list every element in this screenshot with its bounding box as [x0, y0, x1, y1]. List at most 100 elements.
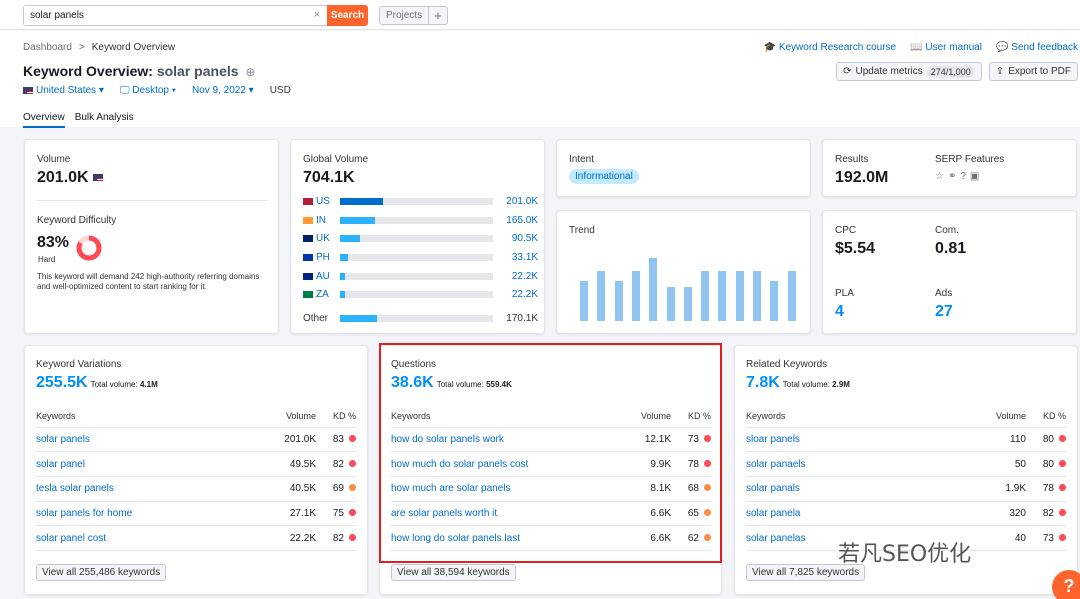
breadcrumb-dashboard[interactable]: Dashboard	[23, 42, 72, 53]
volume-share-bar	[340, 315, 493, 322]
variations-count[interactable]: 255.5K	[36, 374, 88, 391]
keyword-link[interactable]: sloar panels	[746, 427, 966, 453]
country-code-label: ZA	[316, 289, 329, 300]
column-keywords[interactable]: Keywords	[36, 405, 256, 428]
trend-bar	[787, 270, 796, 321]
global-volume-row: Other 170.1K	[303, 312, 538, 325]
kd-level: Hard	[38, 255, 56, 264]
variations-view-all-button[interactable]: View all 255,486 keywords	[36, 564, 167, 581]
keyword-link[interactable]: solar panels for home	[36, 501, 256, 527]
keyword-link[interactable]: solar panel	[36, 451, 256, 477]
keyword-link[interactable]: tesla solar panels	[36, 476, 256, 502]
ads-value[interactable]: 27	[935, 303, 953, 321]
filters-bar: United States ▾ 🖵 Desktop ▾ Nov 9, 2022 …	[23, 85, 291, 96]
image-icon: ▣	[969, 171, 984, 182]
export-pdf-button[interactable]: ⇪ Export to PDF	[988, 62, 1078, 81]
keyword-link[interactable]: solar panaels	[746, 451, 966, 477]
keyword-link[interactable]: how long do solar panels last	[391, 525, 611, 551]
country-code[interactable]: US	[303, 196, 333, 207]
column-kd[interactable]: KD %	[316, 405, 356, 428]
country-volume[interactable]: 33.1K	[493, 252, 538, 263]
questions-view-all-button[interactable]: View all 38,594 keywords	[391, 564, 516, 581]
keyword-link[interactable]: solar panel cost	[36, 525, 256, 551]
refresh-icon: ⟳	[843, 66, 852, 77]
kd-dot-icon	[1059, 434, 1066, 442]
help-button[interactable]: ?	[1052, 570, 1080, 599]
keyword-link[interactable]: solar panels	[36, 427, 256, 453]
trend-bar	[631, 270, 640, 321]
feedback-link[interactable]: 💬 Send feedback	[996, 42, 1078, 53]
column-volume[interactable]: Volume	[611, 405, 671, 428]
add-to-list-icon[interactable]: ⊕	[245, 65, 255, 79]
volume-card: Volume 201.0K Keyword Difficulty 83% Har…	[24, 139, 279, 334]
tab-overview[interactable]: Overview	[23, 112, 65, 128]
link-icon: ⚭	[947, 171, 961, 182]
manual-link[interactable]: 📖 User manual	[910, 42, 982, 53]
column-volume[interactable]: Volume	[256, 405, 316, 428]
star-icon: ☆	[935, 171, 948, 182]
keyword-link[interactable]: solar panals	[746, 476, 966, 502]
desktop-icon: 🖵	[119, 85, 130, 96]
keyword-link[interactable]: how do solar panels work	[391, 427, 611, 453]
kd-dot-icon	[1059, 484, 1066, 492]
breadcrumb-current: Keyword Overview	[91, 42, 176, 53]
keyword-volume: 40.5K	[256, 476, 316, 502]
projects-label[interactable]: Projects	[380, 7, 428, 24]
country-code[interactable]: UK	[303, 233, 333, 244]
country-volume[interactable]: 165.0K	[493, 215, 538, 226]
update-metrics-button[interactable]: ⟳ Update metrics 274/1,000	[836, 62, 982, 81]
trend-bar	[649, 257, 658, 321]
add-project-icon[interactable]: +	[428, 7, 447, 24]
us-flag-icon	[93, 174, 104, 182]
keyword-volume: 8.1K	[611, 476, 671, 502]
trend-chart	[580, 241, 800, 321]
volume-number: 201.0K	[37, 169, 89, 186]
table-header-row: Keywords Volume KD %	[746, 405, 1066, 428]
kd-dot-icon	[704, 459, 711, 467]
keyword-link[interactable]: how much are solar panels	[391, 476, 611, 502]
volume-share-bar	[340, 198, 493, 205]
volume-label: Volume	[37, 154, 71, 165]
country-code[interactable]: PH	[303, 252, 333, 263]
column-keywords[interactable]: Keywords	[746, 405, 966, 428]
pla-value[interactable]: 4	[835, 303, 844, 321]
country-volume[interactable]: 201.0K	[493, 196, 538, 207]
questions-count[interactable]: 38.6K	[391, 374, 434, 391]
search-button[interactable]: Search	[327, 5, 368, 26]
country-volume[interactable]: 22.2K	[493, 289, 538, 300]
tab-bulk-analysis[interactable]: Bulk Analysis	[75, 112, 134, 128]
tabs: Overview Bulk Analysis	[23, 112, 134, 128]
keyword-link[interactable]: how much do solar panels cost	[391, 451, 611, 477]
country-volume[interactable]: 22.2K	[493, 271, 538, 282]
keyword-link[interactable]: solar panela	[746, 501, 966, 527]
cpc-label: CPC	[835, 225, 857, 236]
total-volume-label: Total volume:	[436, 380, 487, 389]
country-code[interactable]: IN	[303, 215, 333, 226]
table-row: solar panals 1.9K 78	[746, 476, 1066, 502]
related-count[interactable]: 7.8K	[746, 374, 780, 391]
column-volume[interactable]: Volume	[966, 405, 1026, 428]
course-link[interactable]: 🎓 Keyword Research course	[764, 42, 897, 53]
volume-share-bar	[340, 273, 493, 280]
country-code-label: AU	[316, 271, 330, 282]
volume-share-fill	[340, 291, 346, 298]
search-input[interactable]	[24, 6, 304, 25]
clear-icon[interactable]: ×	[314, 9, 320, 21]
country-filter[interactable]: United States ▾	[23, 85, 104, 96]
table-row: how do solar panels work 12.1K 73	[391, 427, 711, 453]
country-volume[interactable]: 90.5K	[493, 233, 538, 244]
device-filter[interactable]: 🖵 Desktop ▾	[120, 85, 176, 96]
country-code[interactable]: ZA	[303, 289, 333, 300]
date-filter[interactable]: Nov 9, 2022 ▾	[192, 85, 254, 96]
column-kd[interactable]: KD %	[1026, 405, 1066, 428]
kd-value: 78	[1042, 483, 1054, 495]
table-row: solar panels 201.0K 83	[36, 427, 356, 453]
ph-flag-icon	[303, 253, 313, 261]
keyword-link[interactable]: are solar panels worth it	[391, 501, 611, 527]
related-total-volume: Total volume: 2.9M	[783, 380, 850, 389]
column-kd[interactable]: KD %	[671, 405, 711, 428]
column-keywords[interactable]: Keywords	[391, 405, 611, 428]
projects-button[interactable]: Projects +	[379, 6, 448, 25]
kd-value: 82	[332, 458, 344, 470]
country-code[interactable]: AU	[303, 271, 333, 282]
